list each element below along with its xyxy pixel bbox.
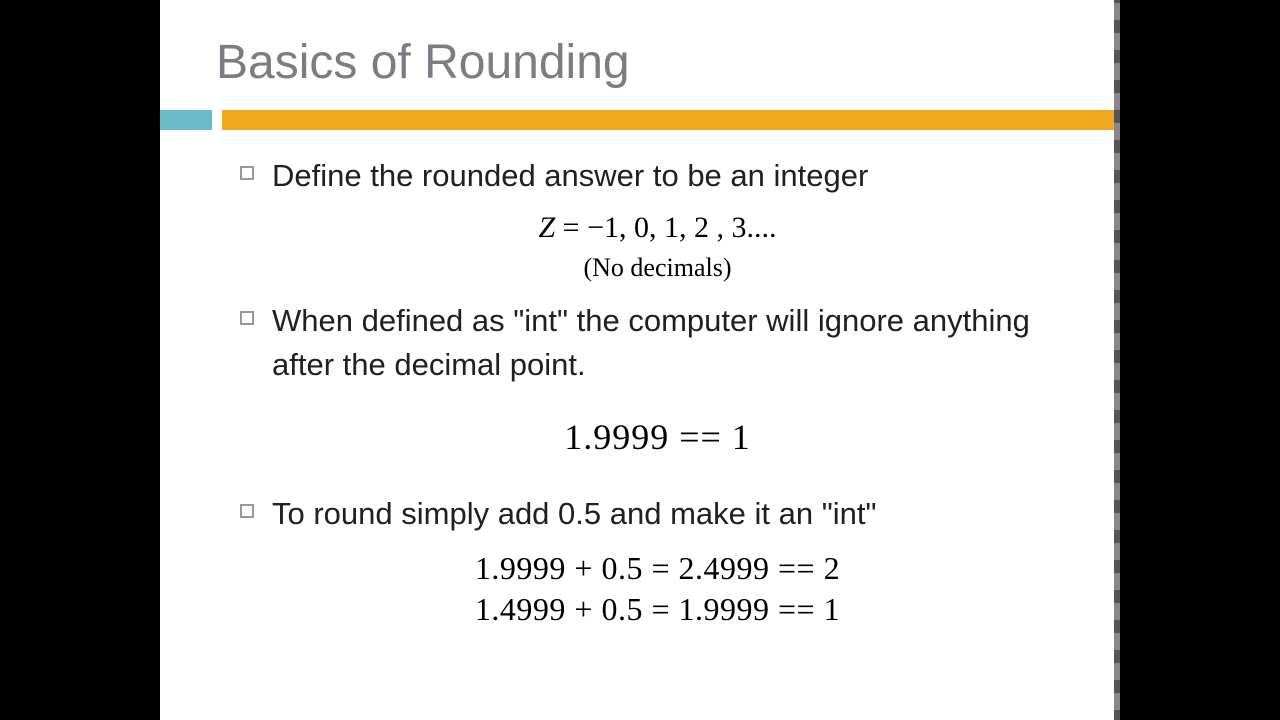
slide-title: Basics of Rounding (160, 0, 1115, 90)
divider-accent-orange (222, 110, 1115, 130)
bullet-square-icon (240, 311, 254, 325)
presentation-slide: Basics of Rounding Define the rounded an… (160, 0, 1115, 720)
divider-accent-teal (160, 110, 212, 130)
divider-bar (160, 110, 1115, 130)
math-calc-line: 1.9999 + 0.5 = 2.4999 == 2 (240, 550, 1075, 587)
bullet-square-icon (240, 504, 254, 518)
bullet-text: To round simply add 0.5 and make it an "… (272, 492, 876, 535)
math-calculations: 1.9999 + 0.5 = 2.4999 == 2 1.4999 + 0.5 … (240, 550, 1075, 628)
math-equation-1: 1.9999 == 1 (240, 416, 1075, 458)
math-definition: Z = −1, 0, 1, 2 , 3.... (No decimals) (240, 211, 1075, 283)
slide-content: Define the rounded answer to be an integ… (160, 130, 1115, 628)
math-z-line: Z = −1, 0, 1, 2 , 3.... (240, 211, 1075, 245)
bullet-item: To round simply add 0.5 and make it an "… (240, 492, 1075, 535)
bullet-item: When defined as "int" the computer will … (240, 299, 1075, 386)
math-note: (No decimals) (240, 253, 1075, 283)
math-calc-line: 1.4999 + 0.5 = 1.9999 == 1 (240, 591, 1075, 628)
bullet-item: Define the rounded answer to be an integ… (240, 154, 1075, 197)
divider-gap (212, 110, 222, 130)
bullet-text: Define the rounded answer to be an integ… (272, 154, 868, 197)
video-edge-strip (1114, 0, 1120, 720)
bullet-text: When defined as "int" the computer will … (272, 299, 1075, 386)
bullet-square-icon (240, 166, 254, 180)
